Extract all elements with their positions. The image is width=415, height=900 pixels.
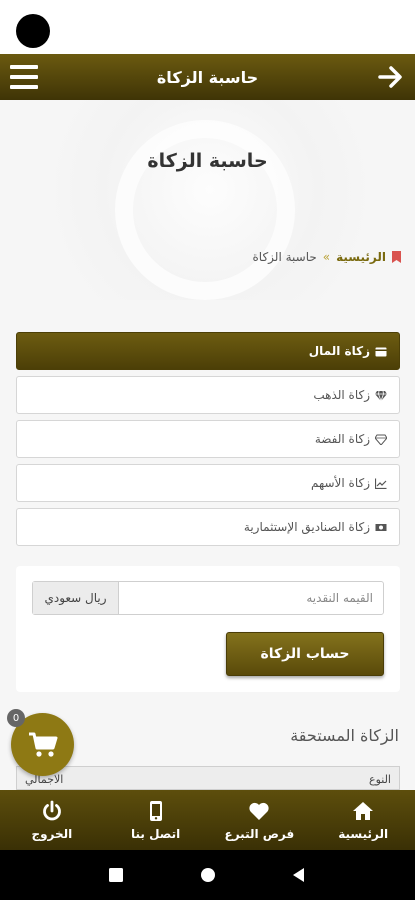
system-navigation-bar [0,850,415,900]
column-type: النوع [369,773,391,786]
status-bar [0,0,415,54]
arrow-right-icon[interactable] [377,63,405,91]
nav-contact-us[interactable]: اتصل بنا [104,790,208,850]
page-header: حاسبة الزكاة الرئيسية » حاسبة الزكاة [0,100,415,300]
diamond-icon [375,434,387,445]
zakat-type-tabs: زكاة المال زكاة الذهب زكاة الفضة زكاة ال… [16,332,400,552]
nav-donation-opportunities[interactable]: فرص التبرع [208,790,312,850]
app-bar-title: حاسبة الزكاة [156,67,259,87]
nav-label: اتصل بنا [131,826,181,841]
hero-decoration [115,120,295,300]
nav-label: الخروج [31,826,73,841]
chart-icon [375,478,387,489]
tab-stocks-zakat[interactable]: زكاة الأسهم [16,464,400,502]
amount-input-group: ريال سعودي [32,581,384,615]
camera-cutout [16,14,50,48]
system-recents-icon[interactable] [107,866,125,884]
cart-count-badge: 0 [7,709,25,727]
money-icon [375,523,387,531]
breadcrumb: الرئيسية » حاسبة الزكاة [253,250,401,264]
breadcrumb-current: حاسبة الزكاة [252,250,317,264]
wallet-icon [375,347,387,356]
bottom-navigation: الرئيسية فرص التبرع اتصل بنا الخروج [0,790,415,850]
nav-label: الرئيسية [338,826,389,841]
power-icon [42,800,61,820]
tab-silver-zakat[interactable]: زكاة الفضة [16,420,400,458]
tab-money-zakat[interactable]: زكاة المال [16,332,400,370]
amount-input[interactable] [119,582,383,614]
page-title: حاسبة الزكاة [147,150,268,172]
system-back-icon[interactable] [290,866,308,884]
nav-logout[interactable]: الخروج [0,790,104,850]
tab-label: زكاة المال [308,344,370,358]
cart-icon [28,732,57,757]
nav-home[interactable]: الرئيسية [311,790,415,850]
menu-icon[interactable] [10,65,38,89]
heart-icon [249,802,269,820]
nav-label: فرص التبرع [224,826,295,841]
home-icon [353,801,374,820]
cart-button[interactable]: 0 [7,709,74,776]
app-bar: حاسبة الزكاة [0,54,415,100]
tab-funds-zakat[interactable]: زكاة الصناديق الإستثمارية [16,508,400,546]
tab-label: زكاة الأسهم [310,476,370,490]
breadcrumb-separator: » [322,250,331,264]
due-zakat-title: الزكاة المستحقة [290,726,399,745]
tab-label: زكاة الصناديق الإستثمارية [243,520,370,534]
currency-label: ريال سعودي [33,582,119,614]
calculate-zakat-button[interactable]: حساب الزكاة [226,632,384,676]
tab-label: زكاة الفضة [314,432,370,446]
tab-gold-zakat[interactable]: زكاة الذهب [16,376,400,414]
tab-label: زكاة الذهب [313,388,370,402]
bookmark-icon [392,251,401,263]
due-zakat-table-header: النوع الاجمالي [16,766,400,790]
phone-icon [149,800,162,821]
gem-icon [375,390,387,401]
breadcrumb-home[interactable]: الرئيسية [336,250,386,264]
system-home-icon[interactable] [199,866,217,884]
calculator-card: ريال سعودي حساب الزكاة [16,566,400,692]
